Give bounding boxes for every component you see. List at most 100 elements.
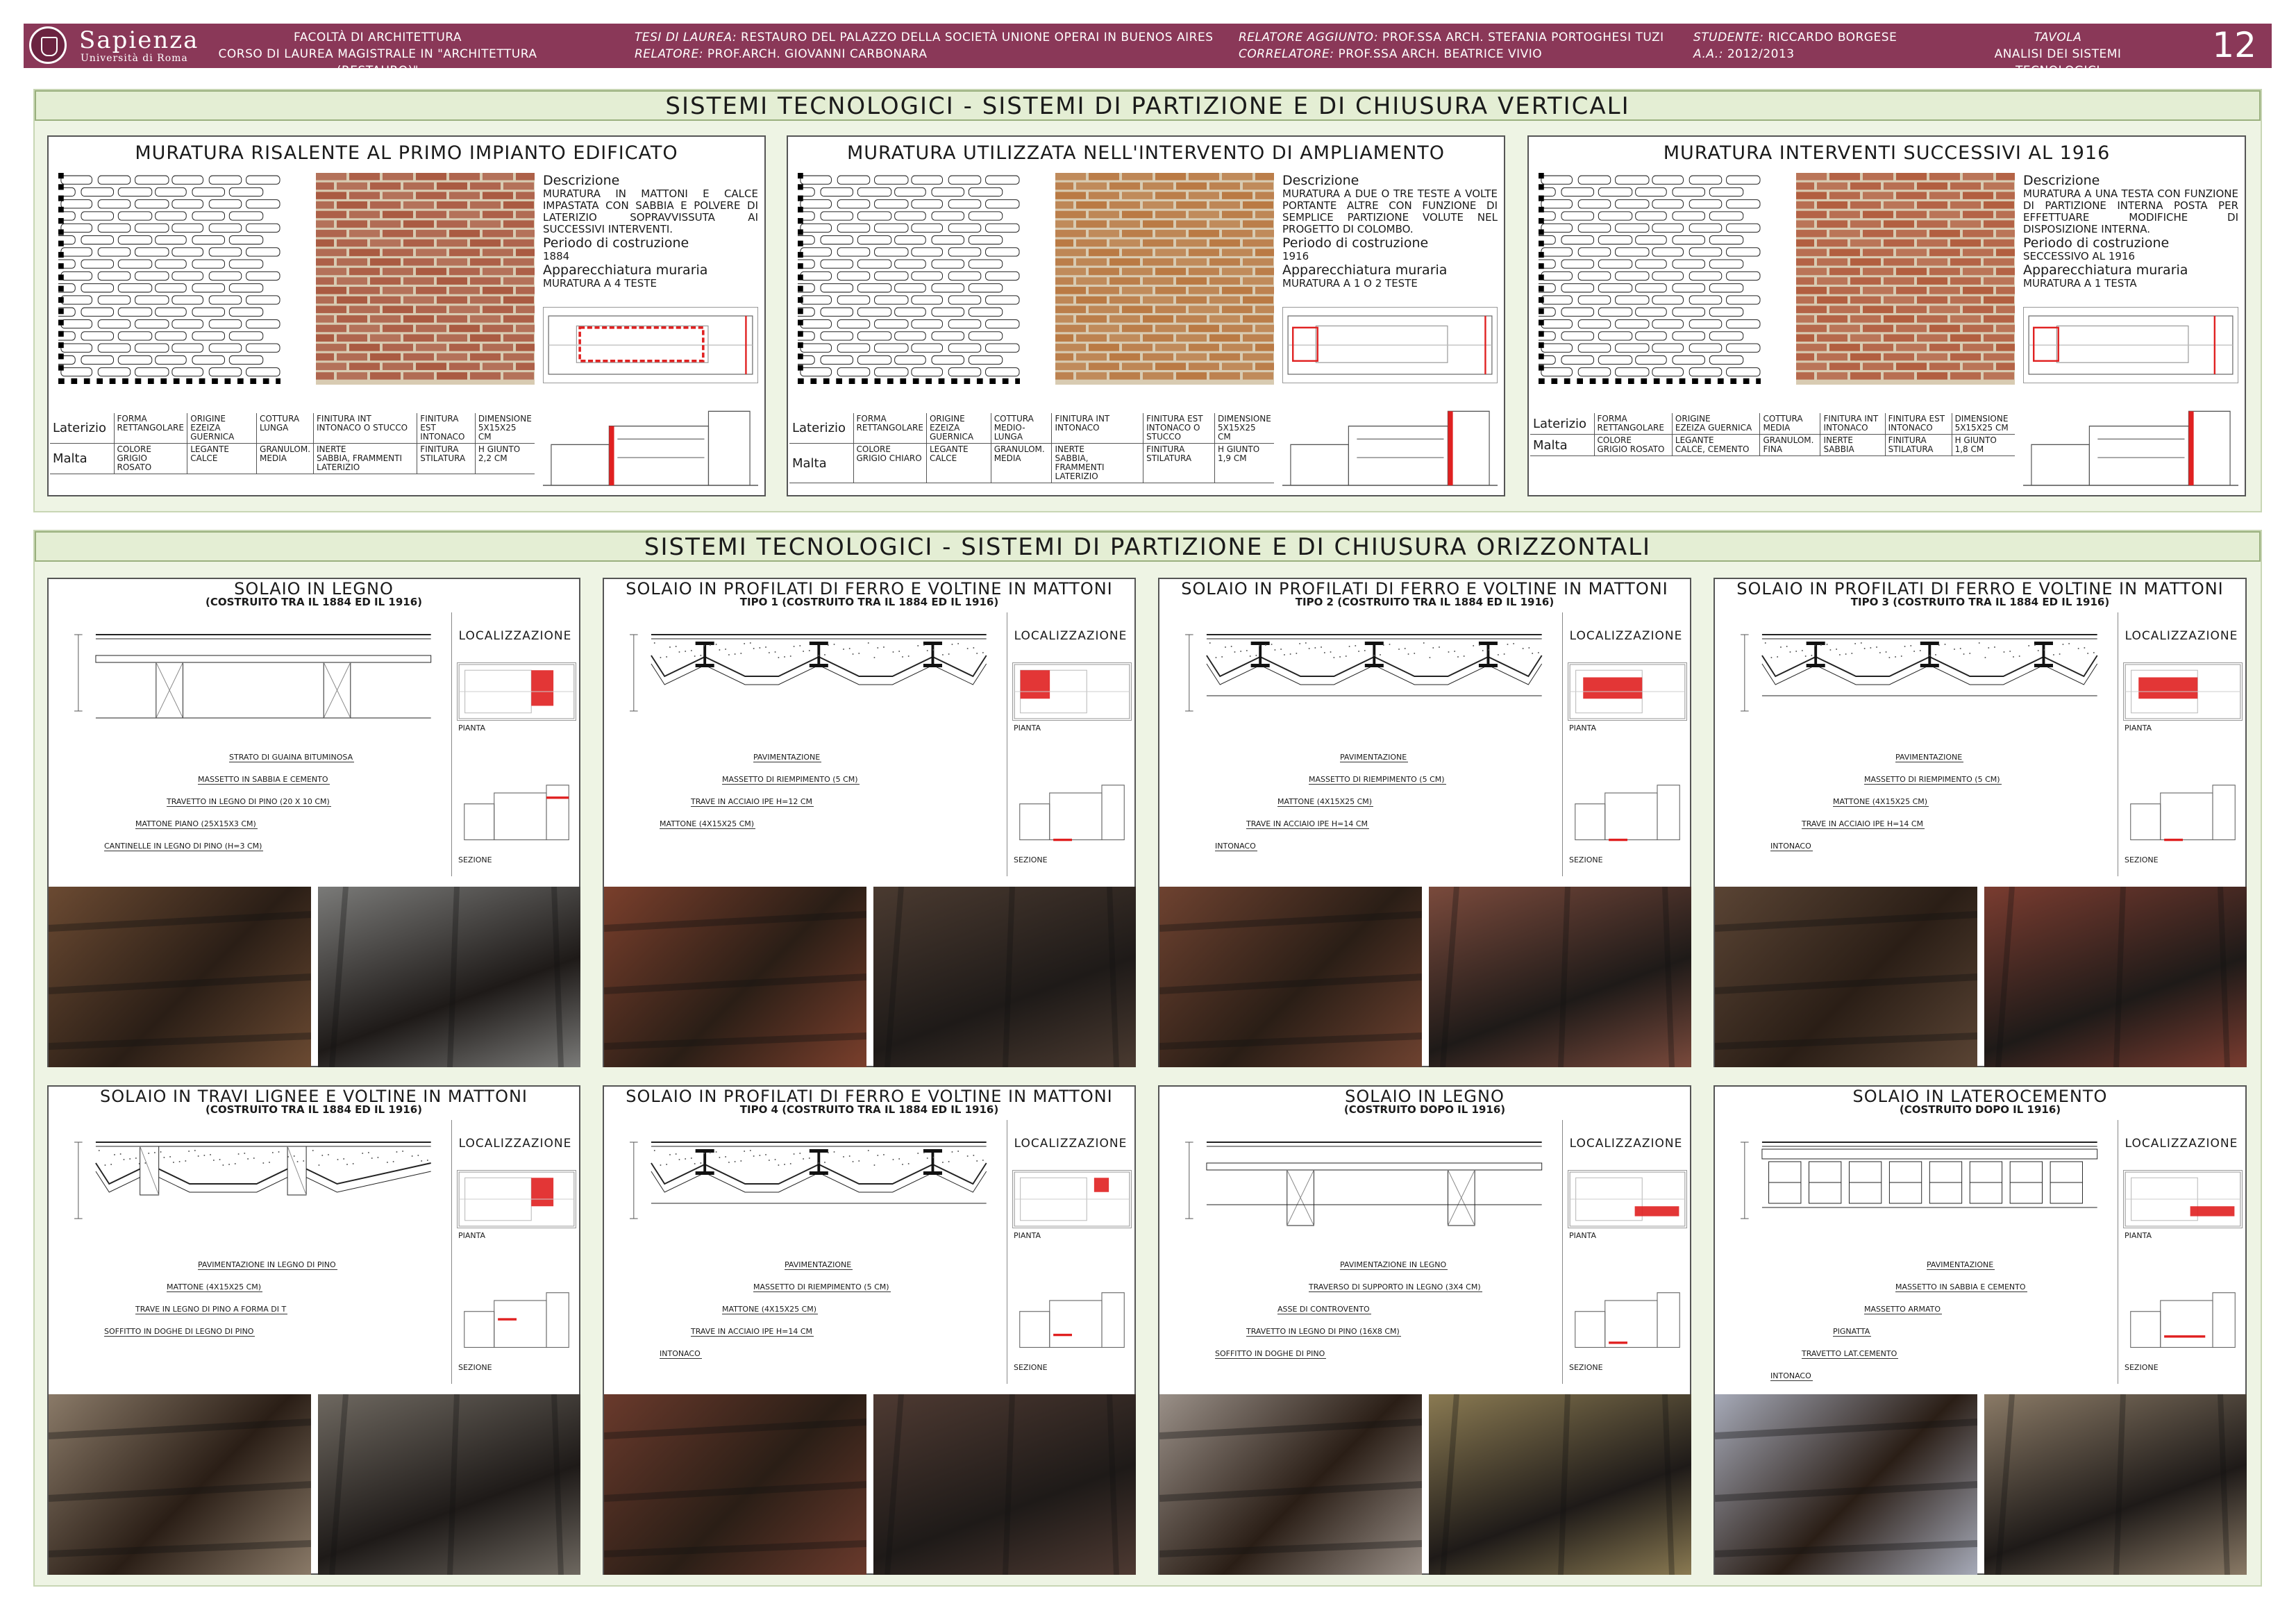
layer-label: Pavimentazione — [1895, 753, 1964, 762]
plan-caption: Pianta — [2125, 1231, 2152, 1240]
material-cell: Finitura Stilatura — [1143, 443, 1215, 483]
location-plan-map — [1568, 662, 1687, 721]
description-text: Muratura in mattoni e calce impastata co… — [543, 187, 758, 235]
cell-value: Calce, cemento — [1675, 444, 1750, 454]
slab-card-title: Solaio in profilati di ferro e voltine i… — [626, 579, 1113, 599]
layer-label: Mattone (4x15x25 cm) — [167, 1282, 263, 1292]
location-title: Localizzazione — [458, 1137, 572, 1151]
wall-photo — [316, 173, 535, 385]
slab-photo — [1715, 887, 1977, 1067]
layer-label: Massetto di riempimento (5 cm) — [722, 775, 860, 785]
malta-row: Malta Colore Grigio rosato Legante Calce Gran… — [50, 443, 535, 474]
description-heading: Descrizione — [1282, 173, 1359, 188]
period-value: Seccessivo al 1916 — [2023, 250, 2136, 262]
material-cell: H giunto 1,8 cm — [1951, 434, 2015, 456]
wall-survey-drawing — [58, 173, 280, 385]
student-block: Studente: Riccardo Borgese A.A.: 2012/20… — [1693, 29, 1902, 62]
wall-section-map — [2023, 408, 2238, 491]
material-cell: Forma Rettangolare — [113, 413, 187, 444]
plan-caption: Pianta — [1569, 724, 1597, 733]
sheet-number: 12 — [2212, 25, 2256, 65]
slab-card-subtitle: Tipo 4 (costruito tra il 1884 ed il 1916… — [739, 1103, 999, 1116]
material-cell: Dimensione 5x15x25 cm — [474, 413, 535, 444]
malta-row: Malta Colore Grigio chiaro Legante Calce Gran… — [789, 443, 1274, 483]
cell-value: Grigio rosato — [117, 453, 152, 472]
masonry-value: Muratura a 1 testa — [2023, 277, 2137, 290]
location-title: Localizzazione — [2125, 629, 2238, 643]
laterizio-row: Laterizio Forma Rettangolare Origine Ezeiza … — [789, 413, 1274, 444]
material-cell: Cottura Lunga — [256, 413, 314, 444]
layer-label: Massetto in sabbia e cemento — [198, 775, 330, 785]
relatore: Prof.Arch. Giovanni Carbonara — [707, 47, 928, 61]
location-plan-map — [457, 1170, 576, 1228]
row-heading: Laterizio — [1530, 413, 1594, 435]
layer-label: Massetto armato — [1864, 1305, 1943, 1314]
cell-value: Calce — [929, 453, 957, 463]
slab-card-title: Solaio in legno — [234, 579, 394, 599]
slab-card-title: Solaio in profilati di ferro e voltine i… — [1181, 579, 1668, 599]
location-section-map — [2123, 780, 2243, 843]
slab-card-subtitle: Tipo 1 (costruito tra il 1884 ed il 1916… — [739, 596, 999, 608]
course: Corso di Laurea Magistrale in "Architett… — [218, 47, 537, 78]
wall-card: Muratura risalente al primo impianto edi… — [47, 135, 766, 496]
materials-table: Laterizio Forma Rettangolare Origine Ezeiza … — [50, 413, 535, 474]
cell-value: Stilatura — [1146, 453, 1192, 463]
slab-section-drawing — [56, 614, 444, 739]
cell-value: Sabbia, frammenti laterizio — [1055, 453, 1105, 481]
wall-description: Descrizione Muratura a una testa con fun… — [2023, 173, 2238, 290]
slab-card-title: Solaio in travi lignee e voltine in matt… — [99, 1087, 528, 1106]
relatore-aggiunto-label: Relatore aggiunto: — [1239, 31, 1379, 44]
tavola-title: Analisi dei sistemi tecnologici — [1994, 47, 2122, 78]
layer-label: Pavimentazione in legno — [1340, 1260, 1448, 1270]
cell-value: 5x15x25 cm — [1954, 423, 2009, 433]
description-text: Muratura a una testa con funzione di par… — [2023, 187, 2238, 235]
material-cell: Finitura est Intonaco — [417, 413, 476, 444]
slab-card: Solaio in profilati di ferro e voltine i… — [1713, 578, 2247, 1067]
cell-value: Intonaco — [1055, 423, 1100, 433]
wall-plan-map — [2023, 307, 2238, 383]
material-cell: Cottura Medio-lunga — [990, 413, 1052, 444]
slab-card: Solaio in travi lignee e voltine in matt… — [47, 1085, 580, 1575]
wall-section-map — [543, 408, 758, 491]
location-section-map — [2123, 1288, 2243, 1351]
slab-card: Solaio in laterocemento (costruito dopo … — [1713, 1085, 2247, 1575]
masonry-value: Muratura a 1 o 2 teste — [1282, 277, 1418, 290]
location-title: Localizzazione — [2125, 1137, 2238, 1151]
relatore-label: Relatore: — [635, 47, 703, 61]
cell-value: Intonaco o stucco — [317, 423, 408, 433]
cell-value: Intonaco — [420, 432, 465, 442]
description-heading: Descrizione — [2023, 173, 2100, 188]
cell-value: 1,9 cm — [1217, 453, 1247, 463]
layer-label: Pavimentazione — [753, 753, 822, 762]
slab-section-drawing — [611, 1121, 1000, 1246]
advisors-block: Relatore aggiunto: Prof.ssa Arch. Stefan… — [1239, 29, 1725, 62]
layer-label: Trave in acciaio IPE h=12 cm — [691, 797, 814, 807]
layer-label: Intonaco — [1770, 842, 1813, 851]
cell-value: Media — [994, 453, 1021, 463]
location-title: Localizzazione — [1569, 629, 1683, 643]
title-block: Sapienza Università di Roma Facoltà di A… — [24, 24, 2272, 78]
section-caption: Sezione — [1014, 1363, 1048, 1372]
layer-label: Pavimentazione — [785, 1260, 853, 1270]
slab-photo — [873, 1394, 1136, 1575]
material-cell: Colore Grigio rosato — [113, 443, 187, 474]
material-cell: Finitura int Intonaco — [1051, 413, 1143, 444]
period-heading: Periodo di costruzione — [543, 235, 689, 251]
slab-section-drawing — [611, 614, 1000, 739]
material-cell: Legante Calce, cemento — [1671, 434, 1760, 456]
slab-card-subtitle: (costruito tra il 1884 ed il 1916) — [206, 1103, 422, 1116]
slab-card-title: Solaio in profilati di ferro e voltine i… — [626, 1087, 1113, 1106]
cell-value: Rettangolare — [1597, 423, 1664, 433]
wall-card: Muratura utilizzata nell'intervento di a… — [787, 135, 1505, 496]
faculty-block: Facoltà di Architettura Corso di Laurea … — [197, 29, 558, 79]
cell-value: 1,8 cm — [1954, 444, 1984, 454]
layer-label: Mattone (4x15x25 cm) — [1277, 797, 1374, 807]
material-cell: Origine Ezeiza Guernica — [925, 413, 991, 444]
wall-survey-drawing — [798, 173, 1020, 385]
horizontal-section-title: Sistemi tecnologici - sistemi di partizi… — [35, 531, 2261, 562]
cell-value: Stilatura — [420, 453, 466, 463]
layer-label: Trave in acciaio IPE h=14 cm — [691, 1327, 814, 1337]
material-cell: Finitura Stilatura — [1884, 434, 1952, 456]
slab-card: Solaio in profilati di ferro e voltine i… — [1158, 578, 1691, 1067]
plan-caption: Pianta — [2125, 724, 2152, 733]
